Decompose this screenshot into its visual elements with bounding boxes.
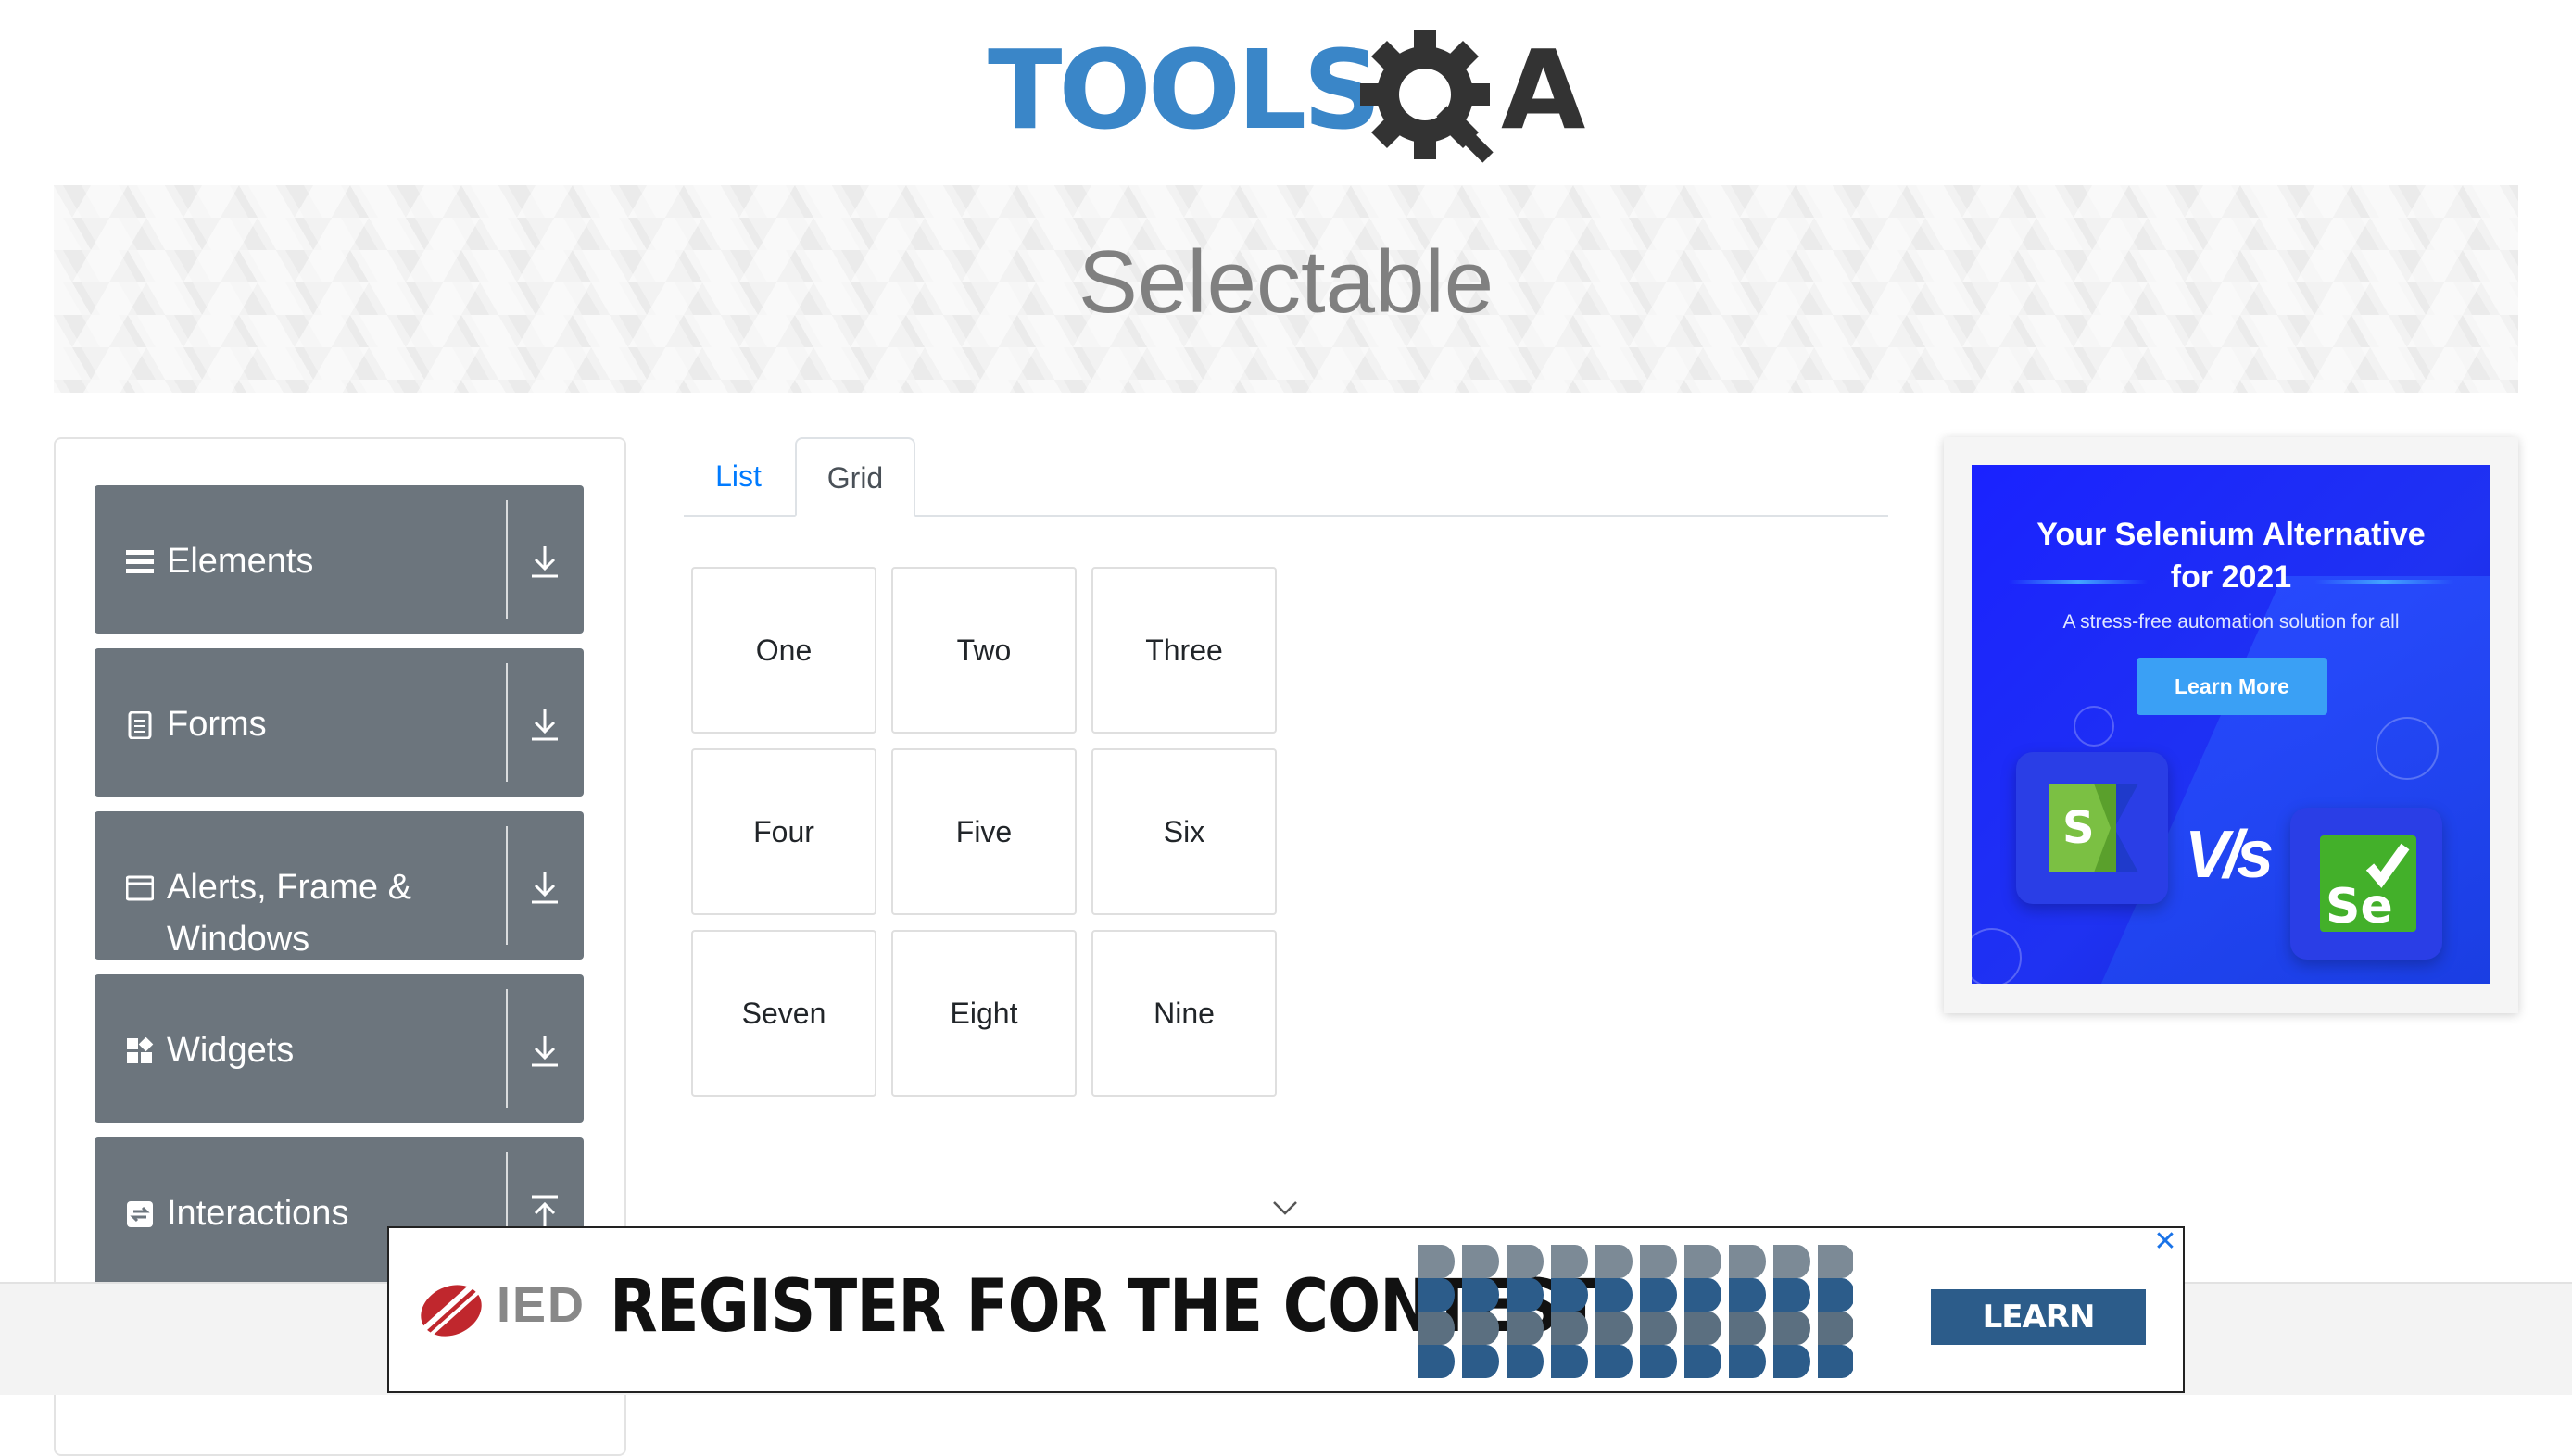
selenium-alternative-ad[interactable]: Your Selenium Alternative for 2021 A str… [1972,465,2490,984]
ad-headline-line1: Your Selenium Alternative [2036,517,2426,552]
ad-headline-line2: for 2021 [2170,559,2292,595]
grid-item-two[interactable]: Two [891,567,1077,734]
left-logo-letter: S [2062,802,2095,854]
grid-item-nine[interactable]: Nine [1091,930,1277,1097]
divider [506,500,508,619]
document-icon [128,711,152,739]
gear-icon [1360,30,1494,163]
grid-item-five[interactable]: Five [891,748,1077,915]
download-arrow-icon[interactable] [526,541,563,582]
ied-brand-text: IED [497,1277,586,1333]
page-banner: Selectable [54,185,2518,393]
ad-underline-left [2009,580,2148,584]
ied-logo-icon [416,1281,485,1337]
sidebar-group-alerts[interactable]: Alerts, Frame & Windows [95,811,584,960]
tab-bar: List Grid [684,437,1888,517]
versus-text: V/s [2185,818,2274,892]
divider [506,663,508,782]
browser-icon [1972,928,2022,984]
tab-list[interactable]: List [684,437,793,515]
testproject-logo-icon: S [2049,784,2138,872]
code-icon [2376,717,2439,780]
download-arrow-icon[interactable] [526,867,563,908]
grid-item-four[interactable]: Four [691,748,876,915]
tab-grid[interactable]: Grid [795,437,915,517]
close-icon[interactable]: ✕ [2151,1228,2179,1256]
ad-subtitle: A stress-free automation solution for al… [2062,611,2400,633]
decorative-pattern [1418,1245,1853,1378]
grid-item-eight[interactable]: Eight [891,930,1077,1097]
bottom-ad-learn-more-button[interactable]: LEARN MORE [1931,1289,2146,1391]
selenium-logo-icon: Se [2320,835,2416,932]
page-title: Selectable [1078,232,1494,332]
grid-item-seven[interactable]: Seven [691,930,876,1097]
sidebar-group-widgets[interactable]: Widgets [95,974,584,1123]
sidebar-group-label: Widgets [167,1031,295,1070]
selenium-logo-tile: Se [2290,808,2442,960]
sidebar-group-label: Forms [167,705,267,744]
download-arrow-icon[interactable] [526,704,563,745]
ad-headline: Your Selenium Alternative for 2021 [1972,513,2490,598]
logo-text-tools: TOOLS [988,26,1378,154]
sidebar-group-elements[interactable]: Elements [95,485,584,634]
widgets-icon [127,1037,154,1063]
divider [506,989,508,1108]
window-icon [126,875,154,901]
interactions-icon [127,1201,153,1227]
grid-item-one[interactable]: One [691,567,876,734]
contest-ad-banner[interactable]: ✕ IED REGISTER FOR THE CONTEST LEARN MOR… [387,1226,2185,1393]
sidebar-group-label: Alerts, Frame & Windows [167,868,411,959]
divider [506,826,508,945]
sidebar-group-forms[interactable]: Forms [95,648,584,797]
logo-text-a: A [1501,26,1585,154]
grid-item-six[interactable]: Six [1091,748,1277,915]
grid-item-three[interactable]: Three [1091,567,1277,734]
download-arrow-icon[interactable] [526,1030,563,1071]
sidebar-group-label: Elements [167,542,314,581]
right-logo-text: Se [2326,879,2393,932]
testproject-logo-tile: S [2016,752,2168,904]
clock-icon [2074,706,2114,747]
ad-learn-more-button[interactable]: Learn More [2137,658,2327,715]
ad-underline-right [2314,580,2453,584]
hamburger-icon [126,550,154,573]
chevron-down-icon[interactable] [1271,1197,1299,1219]
toolsqa-logo[interactable]: TOOLS A [988,24,1599,172]
checkmark-icon: Se [2326,843,2410,932]
